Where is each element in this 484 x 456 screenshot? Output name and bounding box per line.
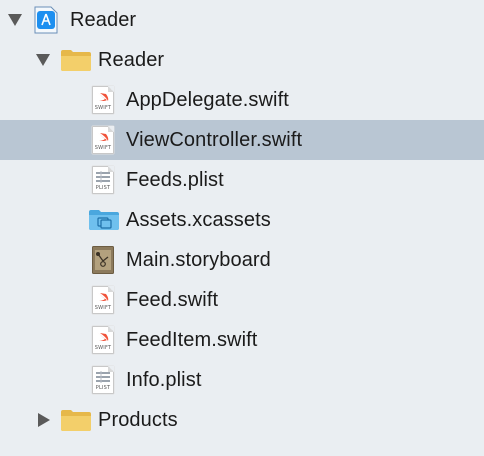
- group-label: Products: [98, 409, 178, 431]
- disclosure-expanded-icon[interactable]: [7, 12, 23, 28]
- folder-icon: [60, 48, 92, 72]
- swift-file-icon: SWIFT: [92, 286, 114, 314]
- swift-file-icon: SWIFT: [92, 126, 114, 154]
- file-label: Info.plist: [126, 369, 202, 391]
- project-navigator: Reader Reader SWIFT AppDelegate.swift SW…: [0, 0, 484, 456]
- project-row-reader[interactable]: Reader: [0, 0, 484, 40]
- group-row-products[interactable]: Products: [0, 400, 484, 440]
- plist-tag: PLIST: [95, 385, 111, 391]
- file-row-appdelegate-swift[interactable]: SWIFT AppDelegate.swift: [0, 80, 484, 120]
- group-row-reader[interactable]: Reader: [0, 40, 484, 80]
- file-row-feeds-plist[interactable]: PLIST Feeds.plist: [0, 160, 484, 200]
- swift-tag: SWIFT: [94, 345, 112, 351]
- project-label: Reader: [70, 9, 137, 31]
- disclosure-expanded-icon[interactable]: [35, 52, 51, 68]
- file-label: FeedItem.swift: [126, 329, 258, 351]
- file-label: Feed.swift: [126, 289, 219, 311]
- file-label: Feeds.plist: [126, 169, 224, 191]
- file-label: Main.storyboard: [126, 249, 271, 271]
- file-row-feeditem-swift[interactable]: SWIFT FeedItem.swift: [0, 320, 484, 360]
- file-row-assets-xcassets[interactable]: Assets.xcassets: [0, 200, 484, 240]
- swift-tag: SWIFT: [94, 145, 112, 151]
- storyboard-icon: [92, 246, 114, 274]
- swift-tag: SWIFT: [94, 305, 112, 311]
- disclosure-collapsed-icon[interactable]: [36, 412, 52, 428]
- swift-tag: SWIFT: [94, 105, 112, 111]
- file-label: AppDelegate.swift: [126, 89, 289, 111]
- plist-file-icon: PLIST: [92, 366, 114, 394]
- xcode-project-icon: [34, 6, 58, 34]
- file-label: Assets.xcassets: [126, 209, 271, 231]
- plist-file-icon: PLIST: [92, 166, 114, 194]
- group-label: Reader: [98, 49, 165, 71]
- file-row-feed-swift[interactable]: SWIFT Feed.swift: [0, 280, 484, 320]
- file-row-viewcontroller-swift[interactable]: SWIFT ViewController.swift: [0, 120, 484, 160]
- asset-catalog-icon: [88, 209, 120, 231]
- file-row-info-plist[interactable]: PLIST Info.plist: [0, 360, 484, 400]
- file-label: ViewController.swift: [126, 129, 303, 151]
- file-row-main-storyboard[interactable]: Main.storyboard: [0, 240, 484, 280]
- folder-icon: [60, 408, 92, 432]
- swift-file-icon: SWIFT: [92, 326, 114, 354]
- swift-file-icon: SWIFT: [92, 86, 114, 114]
- plist-tag: PLIST: [95, 185, 111, 191]
